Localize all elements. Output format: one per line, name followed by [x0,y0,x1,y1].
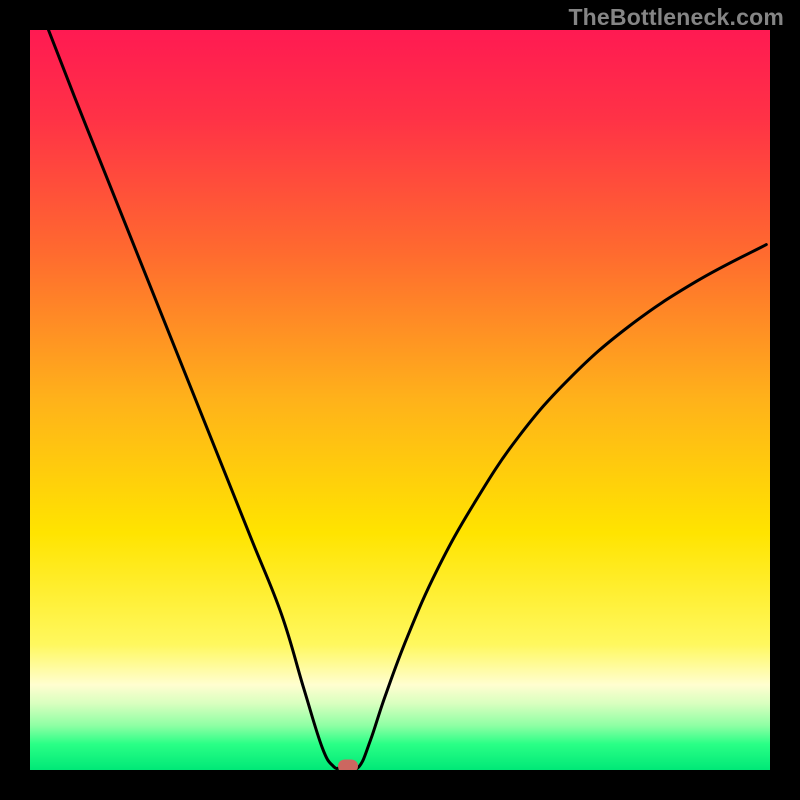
optimal-point-marker [338,759,358,770]
bottleneck-curve [30,30,770,770]
plot-area [30,30,770,770]
watermark-text: TheBottleneck.com [568,4,784,31]
chart-frame: TheBottleneck.com [0,0,800,800]
